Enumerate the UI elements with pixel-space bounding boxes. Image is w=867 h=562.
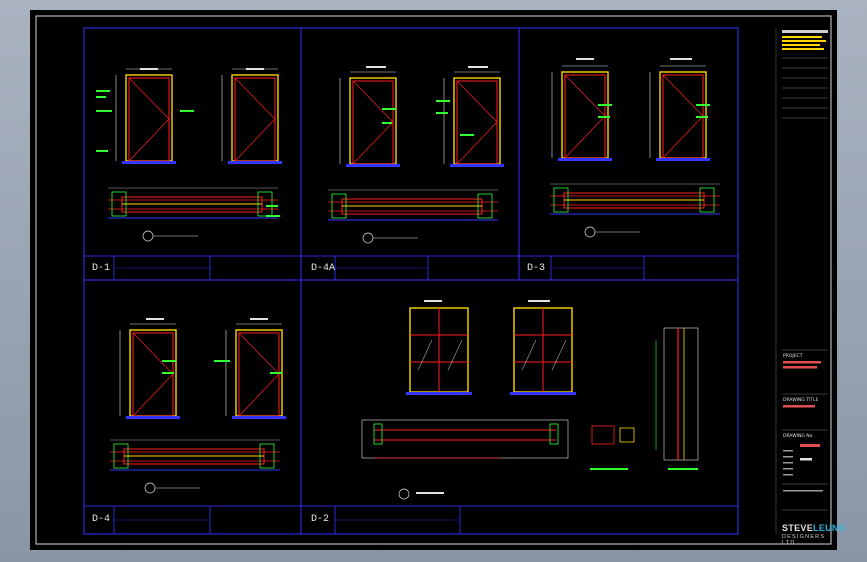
panel-code-d1: D-1: [92, 263, 111, 274]
logo-main: STEVE: [782, 523, 814, 533]
logo-accent: LEUNG: [813, 523, 847, 533]
panel-code-d3: D-3: [527, 263, 546, 274]
panel-d4a-drawing: [327, 66, 505, 244]
drawing-title-label: DRAWING TITLE: [783, 397, 819, 403]
panel-code-d4: D-4: [92, 514, 111, 525]
panel-d4-drawing: [109, 318, 287, 494]
cad-viewport[interactable]: PROJECT DRAWING TITLE DRAWING No. D-1 D-…: [30, 10, 846, 550]
drawing-no-label: DRAWING No.: [783, 433, 814, 439]
panel-code-d2: D-2: [311, 514, 330, 525]
drawing-sheet: PROJECT DRAWING TITLE DRAWING No.: [35, 15, 832, 545]
panel-d1-drawing: [96, 68, 283, 242]
panel-d3-drawing: [549, 58, 721, 238]
panel-d2-drawing: [361, 300, 699, 500]
logo-subtitle: DESIGNERS LTD: [782, 534, 826, 546]
title-block: PROJECT DRAWING TITLE DRAWING No.: [775, 28, 828, 534]
panel-code-d4a: D-4A: [311, 263, 336, 274]
company-logo: STEVELEUNG: [782, 523, 846, 533]
project-label: PROJECT: [783, 353, 803, 359]
